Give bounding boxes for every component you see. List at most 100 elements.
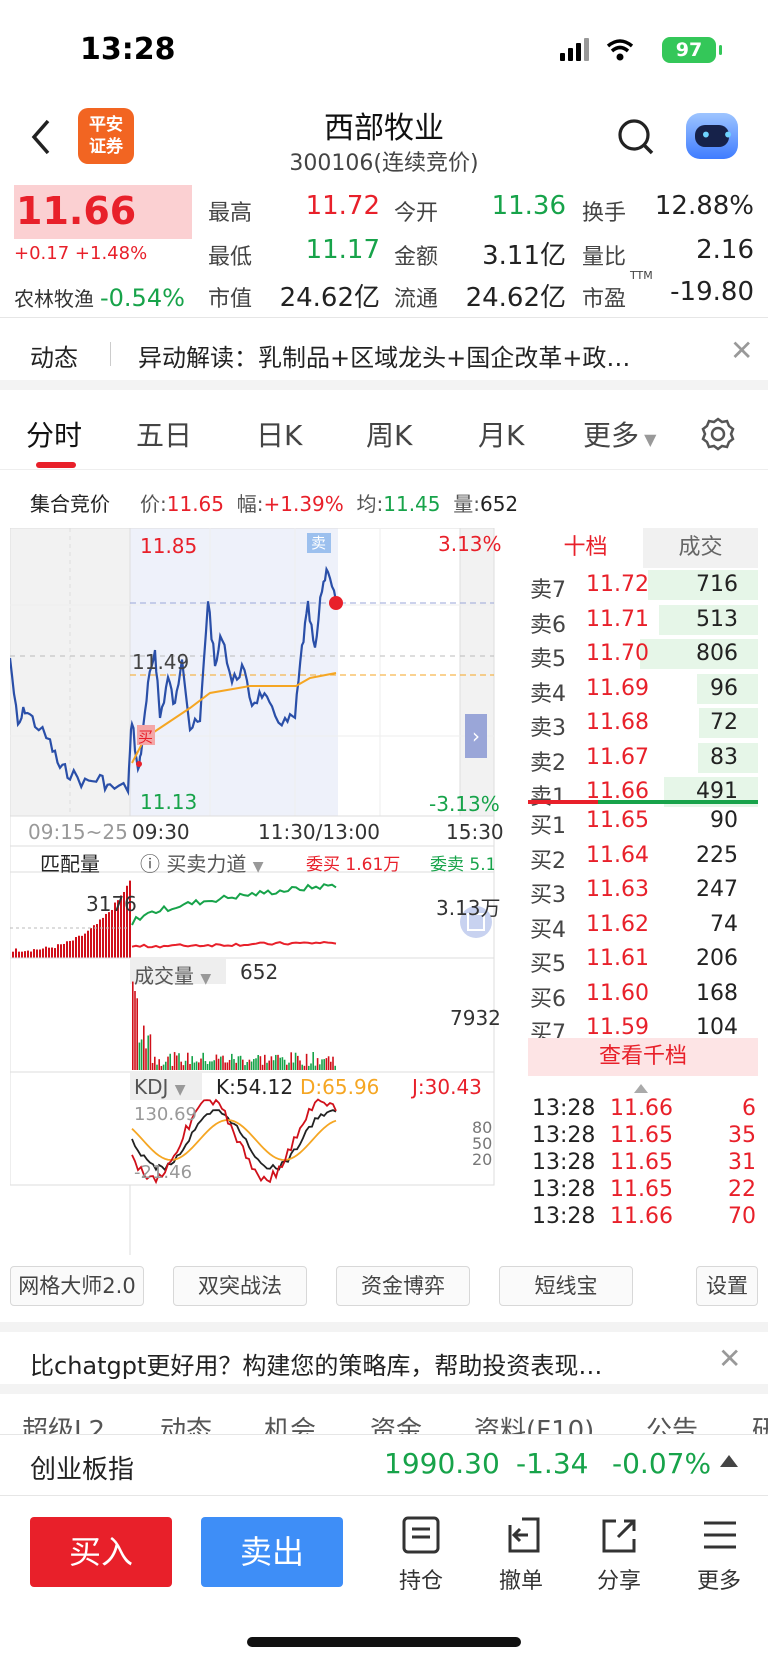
trade-row: 13:28 11.66 6 [532,1096,756,1121]
ask-row[interactable]: 卖6 11.71 513 [528,603,758,638]
price-axis-mid: 11.49 [132,650,190,674]
kdj-d: D:65.96 [300,1075,380,1099]
detail-tabs: 超级L2 动态 机会 资金 资料(F10) 公告 研 [0,1404,768,1434]
tab-daily-k[interactable]: 日K [256,414,302,454]
tab-level2[interactable]: 超级L2 [22,1410,105,1434]
buy-sell-power-selector[interactable]: ⓘ 买卖力道 ▼ [140,848,264,877]
news-banner[interactable]: 动态 异动解读：乳制品+区域龙头+国企改革+政… ✕ [0,318,768,390]
index-value: 1990.30 [384,1447,500,1480]
tab-intraday[interactable]: 分时 [26,414,82,454]
quote-field-value: 24.62亿 [279,283,380,313]
grid-master-button[interactable]: 网格大师2.0 [10,1266,144,1306]
quote-field-value: 12.88% [654,191,754,221]
sell-button[interactable]: 卖出 [201,1517,343,1587]
chart-tabs: 分时 五日 日K 周K 月K 更多 ▼ [0,400,768,470]
tab-announcement[interactable]: 公告 [646,1410,698,1434]
quote-field-label: 最高 [208,201,253,226]
ask-row[interactable]: 卖7 11.72 716 [528,568,758,603]
assistant-robot-icon[interactable] [686,113,738,159]
cancel-order-button[interactable]: 撤单 [486,1515,556,1595]
close-icon[interactable]: ✕ [718,1342,741,1375]
kdj-k: K:54.12 [216,1075,294,1099]
time-label-auction: 09:15~25 [28,820,128,844]
quote-field-label: 市值 [208,287,253,312]
short-term-button[interactable]: 短线宝 [499,1266,633,1306]
cancel-order-icon [508,1517,540,1553]
index-change-pct: -0.07% [612,1447,712,1480]
quote-field-label: 换手 [582,201,627,226]
ask-row[interactable]: 卖2 11.67 83 [528,741,758,776]
menu-icon [704,1521,736,1549]
share-button[interactable]: 分享 [584,1515,654,1595]
ad-banner[interactable]: 比chatgpt更好用？构建您的策略库，帮助投资表现… ✕ [0,1322,768,1394]
collapse-up-icon[interactable] [634,1084,648,1093]
bid-row[interactable]: 买4 11.62 74 [528,908,758,943]
tab-news[interactable]: 动态 [160,1410,212,1434]
current-price: 11.66 [16,189,137,233]
kdj-ticks: 80 50 20 [472,1118,493,1169]
gear-icon[interactable] [700,416,736,452]
quote-field-label: 流通 [394,287,439,312]
ad-text[interactable]: 比chatgpt更好用？构建您的策略库，帮助投资表现… [30,1346,602,1381]
order-book: 十档 成交 卖7 11.72 716 卖6 11.71 513 卖5 11.70 806 卖4 11… [528,528,758,1258]
auction-label: 集合竞价 [30,492,110,516]
bid-row[interactable]: 买7 11.59 104 [528,1011,758,1039]
time-label-open: 09:30 [132,820,190,844]
tab-weekly-k[interactable]: 周K [366,414,412,454]
trade-row: 13:28 11.65 35 [532,1123,756,1148]
index-ticker[interactable]: 创业板指 1990.30 -1.34 -0.07% [0,1434,768,1496]
share-icon [602,1519,636,1553]
tab-more[interactable]: 更多 ▼ [583,414,656,454]
tab-opportunity[interactable]: 机会 [264,1410,316,1434]
double-breakout-button[interactable]: 双突战法 [173,1266,307,1306]
tab-f10[interactable]: 资料(F10) [474,1410,594,1434]
expand-up-icon[interactable] [720,1455,738,1467]
price-axis-low: 11.13 [140,790,198,814]
sector-change[interactable]: 农林牧渔 -0.54% [14,283,185,312]
news-tag: 动态 [30,344,78,372]
tab-five-day[interactable]: 五日 [136,414,192,454]
quote-field-value: 11.17 [305,235,380,265]
volume-max: 7932 [450,1006,501,1030]
volume-value: 652 [240,960,279,984]
bid-row[interactable]: 买2 11.64 225 [528,839,758,874]
bid-row[interactable]: 买3 11.63 247 [528,873,758,908]
positions-button[interactable]: 持仓 [386,1515,456,1595]
match-volume-value: 3176 [86,892,137,916]
sell-marker[interactable]: 卖 [311,532,326,553]
bid-row[interactable]: 买5 11.61 206 [528,942,758,977]
bid-row[interactable]: 买6 11.60 168 [528,977,758,1012]
auction-info: 集合竞价 价:11.65 幅:+1.39% 均:11.45 量:652 [0,480,768,520]
buy-button[interactable]: 买入 [30,1517,172,1587]
news-text[interactable]: 异动解读：乳制品+区域龙头+国企改革+政… [138,338,630,373]
ask-row[interactable]: 卖3 11.68 72 [528,706,758,741]
search-icon[interactable] [614,115,658,159]
quote-field-label: 市盈 [582,287,627,312]
volume-selector[interactable]: 成交量 ▼ [134,960,211,989]
tab-trades[interactable]: 成交 [643,528,758,568]
index-change: -1.34 [516,1447,589,1480]
settings-button[interactable]: 设置 [696,1266,758,1306]
tab-ten-levels[interactable]: 十档 [528,528,643,568]
price-axis-high: 11.85 [140,534,198,558]
index-name: 创业板指 [30,1455,135,1485]
fund-game-button[interactable]: 资金博弈 [336,1266,470,1306]
kdj-selector[interactable]: KDJ ▼ [134,1075,186,1099]
intraday-chart[interactable]: 11.85 11.49 11.13 3.13% -3.13% 卖 买 › 09:… [8,527,528,1255]
more-button[interactable]: 更多 [684,1515,754,1595]
bid-row[interactable]: 买1 11.65 90 [528,804,758,839]
close-icon[interactable]: ✕ [730,334,753,367]
trade-row: 13:28 11.66 70 [532,1204,756,1229]
buy-marker[interactable]: 买 [138,726,153,747]
positions-icon [402,1516,440,1554]
divider [110,342,111,366]
quote-field-value: 11.36 [491,191,566,221]
tab-monthly-k[interactable]: 月K [478,414,524,454]
ask-row[interactable]: 卖5 11.70 806 [528,637,758,672]
view-thousand-levels-button[interactable]: 查看千档 [528,1038,758,1076]
expand-arrow-icon[interactable]: › [465,714,487,758]
tab-research[interactable]: 研 [752,1410,768,1434]
tab-funds[interactable]: 资金 [370,1410,422,1434]
ask-row[interactable]: 卖4 11.69 96 [528,672,758,707]
pe-ttm-label: TTM [630,269,653,282]
